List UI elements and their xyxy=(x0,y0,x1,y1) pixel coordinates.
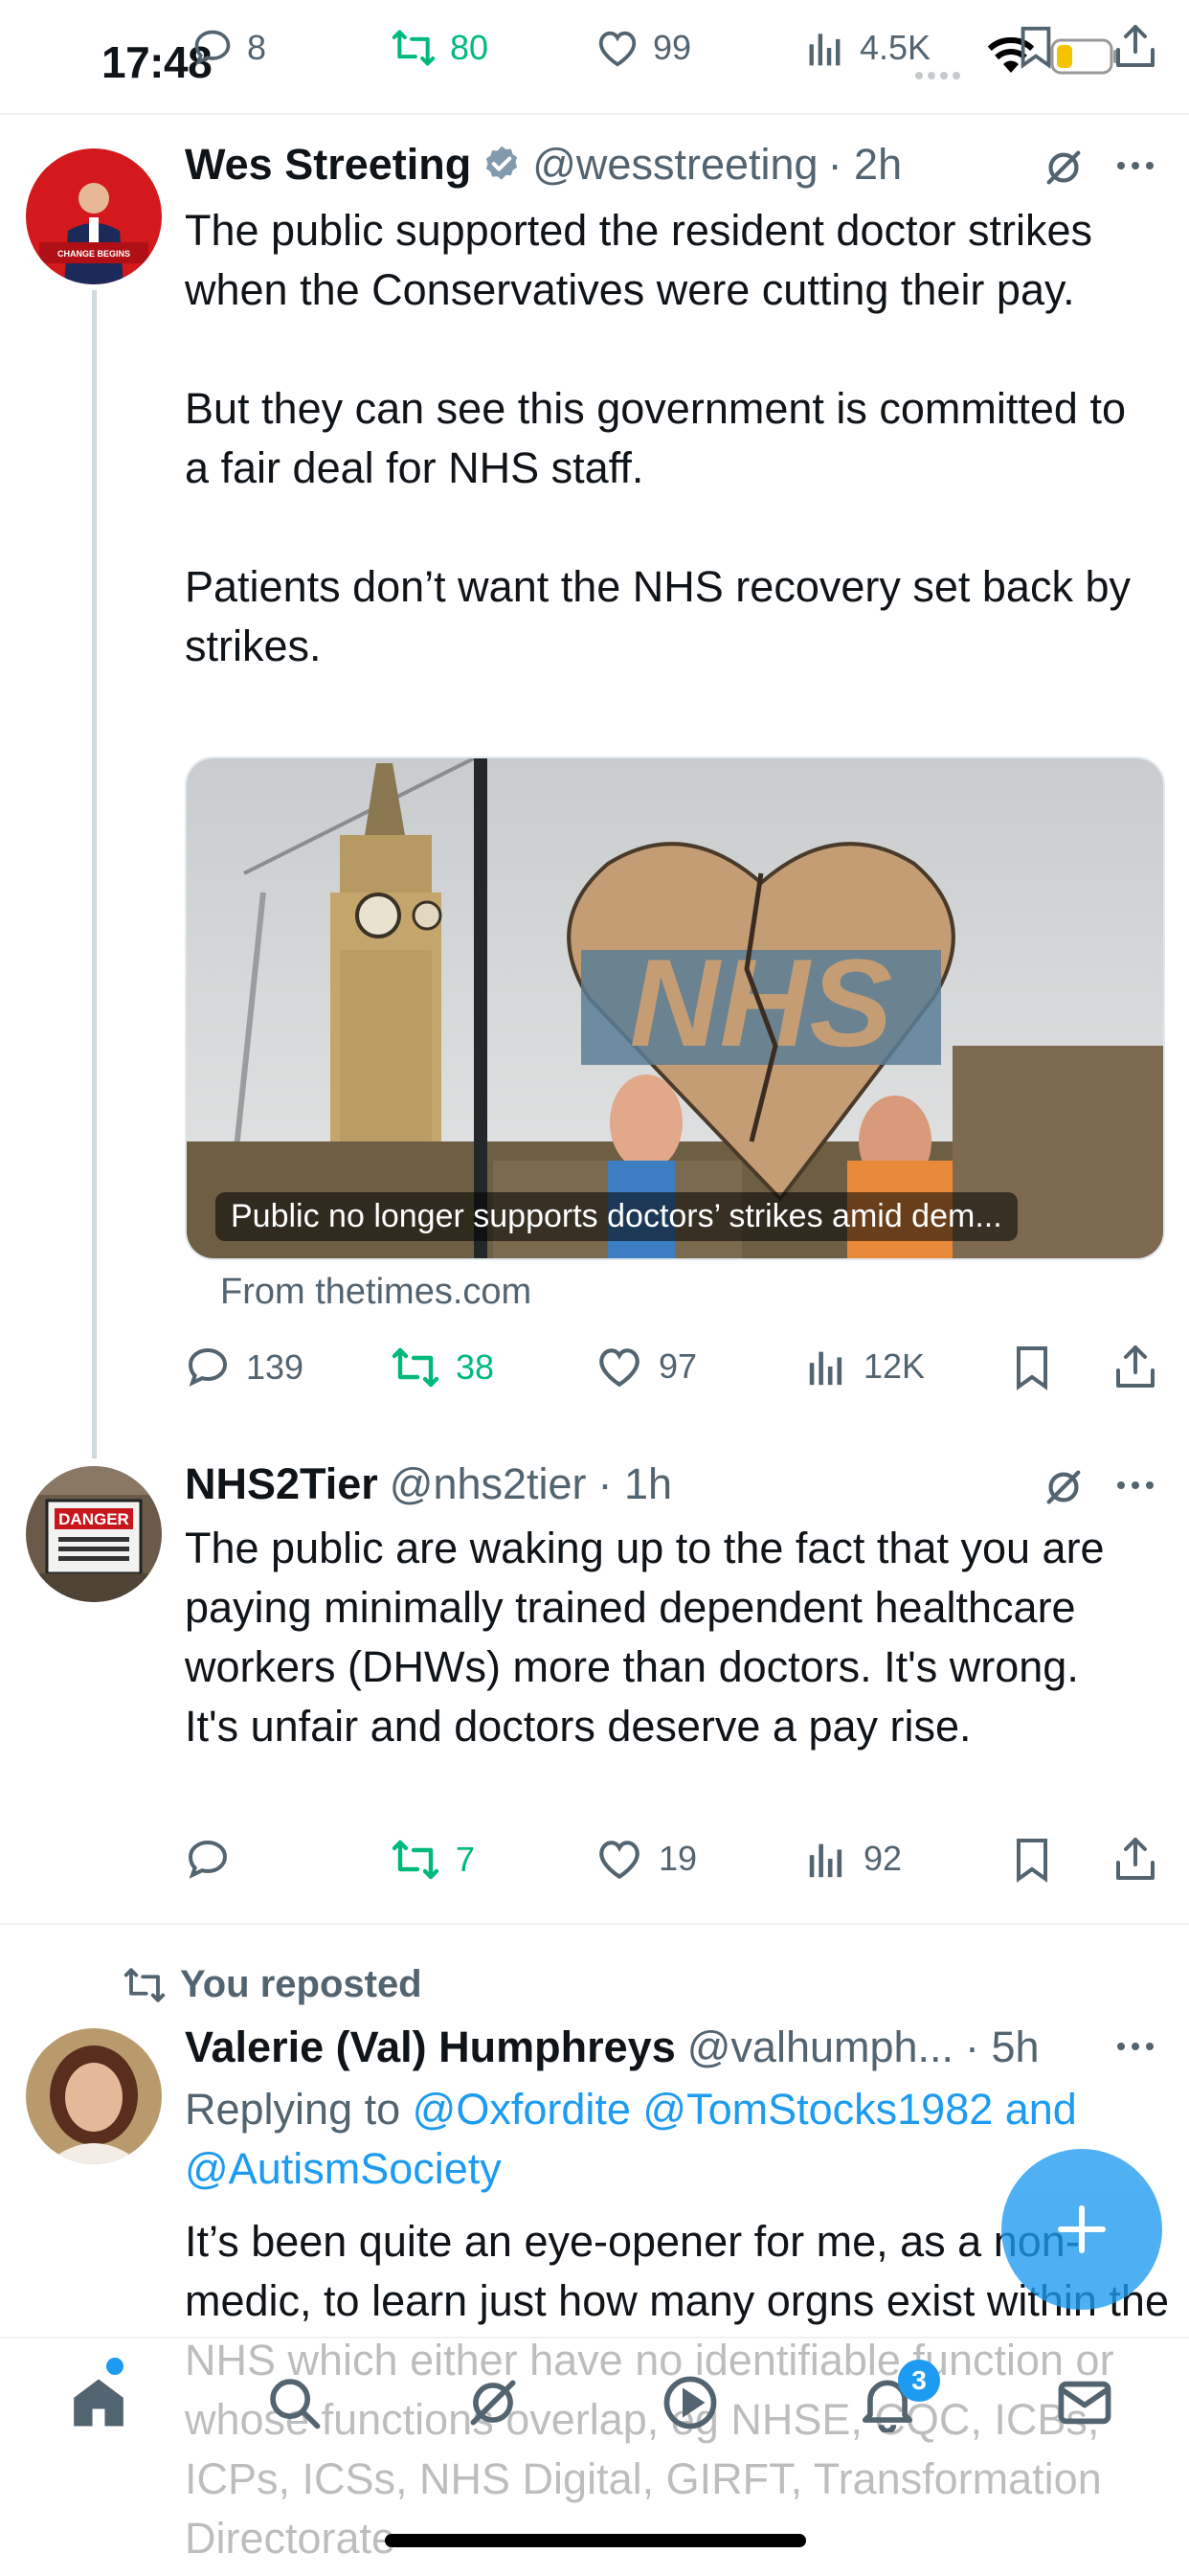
reply-button[interactable]: 139 xyxy=(185,1344,303,1390)
search-icon[interactable] xyxy=(264,2373,324,2432)
tweet-1-header: Wes Streeting @wesstreeting · 2h xyxy=(185,140,902,190)
danger-sign-text: DANGER xyxy=(58,1510,129,1528)
share-icon[interactable] xyxy=(1114,23,1156,69)
top-reply-count: 8 xyxy=(247,28,267,67)
repost-button[interactable]: 38 xyxy=(391,1344,494,1390)
author-handle[interactable]: @wesstreeting xyxy=(532,140,818,190)
link-card[interactable]: NHS Public no longer supports doctors’ s… xyxy=(185,757,1165,1260)
heart-icon xyxy=(595,1344,643,1389)
video-icon[interactable] xyxy=(661,2373,720,2432)
grok-icon[interactable] xyxy=(463,2373,523,2432)
views-button[interactable]: 12K xyxy=(804,1344,925,1389)
tweet-text: The public supported the resident doctor… xyxy=(185,206,1131,670)
views-icon xyxy=(804,1344,848,1389)
bookmark-icon[interactable] xyxy=(1017,25,1055,69)
messages-icon[interactable] xyxy=(1055,2373,1114,2432)
heart-icon xyxy=(595,1837,643,1881)
card-caption: Public no longer supports doctors’ strik… xyxy=(215,1192,1018,1241)
author-handle[interactable]: @valhumph... xyxy=(687,2022,953,2072)
reply-icon xyxy=(185,1837,231,1883)
verified-badge-icon xyxy=(481,144,523,186)
avatar-wes-streeting[interactable]: CHANGE BEGINS xyxy=(26,148,162,284)
views-icon xyxy=(804,1837,848,1881)
author-name[interactable]: Valerie (Val) Humphreys xyxy=(185,2022,676,2072)
reply-icon xyxy=(191,27,234,69)
bookmark-icon[interactable] xyxy=(1013,1344,1051,1390)
svg-text:CHANGE BEGINS: CHANGE BEGINS xyxy=(57,249,130,259)
cellular-signal-icon xyxy=(914,71,968,80)
more-options-icon[interactable] xyxy=(1114,2040,1156,2053)
repost-context-label: You reposted xyxy=(180,1963,422,2005)
reply-count: 139 xyxy=(246,1347,304,1387)
repost-icon xyxy=(123,1965,167,2005)
avatar-nhs2tier[interactable]: DANGER xyxy=(26,1466,162,1602)
top-views-button[interactable]: 4.5K xyxy=(804,27,931,69)
compose-button[interactable] xyxy=(1001,2149,1162,2310)
top-like-count: 99 xyxy=(653,28,692,67)
repost-icon xyxy=(391,27,437,69)
top-repost-count: 80 xyxy=(450,28,489,67)
author-name[interactable]: Wes Streeting xyxy=(185,140,471,190)
repost-count: 38 xyxy=(456,1347,495,1387)
tweet-time[interactable]: · 5h xyxy=(965,2022,1040,2072)
more-options-icon[interactable] xyxy=(1114,1479,1156,1492)
heart-icon xyxy=(595,27,639,69)
more-options-icon[interactable] xyxy=(1114,159,1156,172)
plus-icon xyxy=(1058,2205,1106,2253)
replying-to-label: Replying to xyxy=(185,2085,401,2134)
like-button[interactable]: 19 xyxy=(595,1837,697,1881)
tweet-divider xyxy=(0,1923,1189,1925)
views-count: 92 xyxy=(864,1839,903,1878)
notification-badge: 3 xyxy=(898,2360,940,2402)
repost-context: You reposted xyxy=(123,1963,422,2006)
avatar-valerie-humphreys[interactable] xyxy=(26,2028,162,2164)
home-new-dot xyxy=(106,2358,123,2375)
home-icon[interactable] xyxy=(69,2373,128,2432)
top-like-button[interactable]: 99 xyxy=(595,27,691,69)
author-name[interactable]: NHS2Tier xyxy=(185,1459,378,1509)
like-button[interactable]: 97 xyxy=(595,1344,697,1389)
battery-icon xyxy=(1050,38,1121,75)
repost-icon xyxy=(391,1344,440,1390)
tweet-time[interactable]: · 2h xyxy=(828,140,903,190)
grok-icon[interactable] xyxy=(1042,1465,1086,1509)
top-views-count: 4.5K xyxy=(860,28,931,67)
replying-to: Replying to @Oxfordite @TomStocks1982 an… xyxy=(185,2080,1142,2199)
share-icon[interactable] xyxy=(1114,1835,1156,1883)
tweet-3-header: Valerie (Val) Humphreys @valhumph... · 5… xyxy=(185,2022,1040,2072)
reply-icon xyxy=(185,1344,231,1390)
repost-icon xyxy=(391,1837,440,1883)
views-icon xyxy=(804,27,846,69)
like-count: 19 xyxy=(659,1839,698,1878)
top-repost-button[interactable]: 80 xyxy=(391,27,488,69)
home-indicator xyxy=(385,2534,806,2547)
top-reply-button[interactable]: 8 xyxy=(191,27,266,69)
views-button[interactable]: 92 xyxy=(804,1837,902,1881)
like-count: 97 xyxy=(659,1346,698,1386)
share-icon[interactable] xyxy=(1114,1343,1156,1390)
card-source[interactable]: From thetimes.com xyxy=(220,1272,531,1313)
tweet-text: The public are waking up to the fact tha… xyxy=(185,1524,1117,1751)
repost-count: 7 xyxy=(456,1840,476,1879)
tweet-time[interactable]: · 1h xyxy=(598,1459,673,1509)
repost-button[interactable]: 7 xyxy=(391,1837,475,1883)
tweet-2-header: NHS2Tier @nhs2tier · 1h xyxy=(185,1459,672,1509)
grok-icon[interactable] xyxy=(1042,146,1086,190)
views-count: 12K xyxy=(864,1346,926,1386)
reply-button[interactable] xyxy=(185,1837,246,1883)
author-handle[interactable]: @nhs2tier xyxy=(390,1459,587,1509)
bookmark-icon[interactable] xyxy=(1013,1837,1051,1883)
thread-line xyxy=(92,290,97,1458)
